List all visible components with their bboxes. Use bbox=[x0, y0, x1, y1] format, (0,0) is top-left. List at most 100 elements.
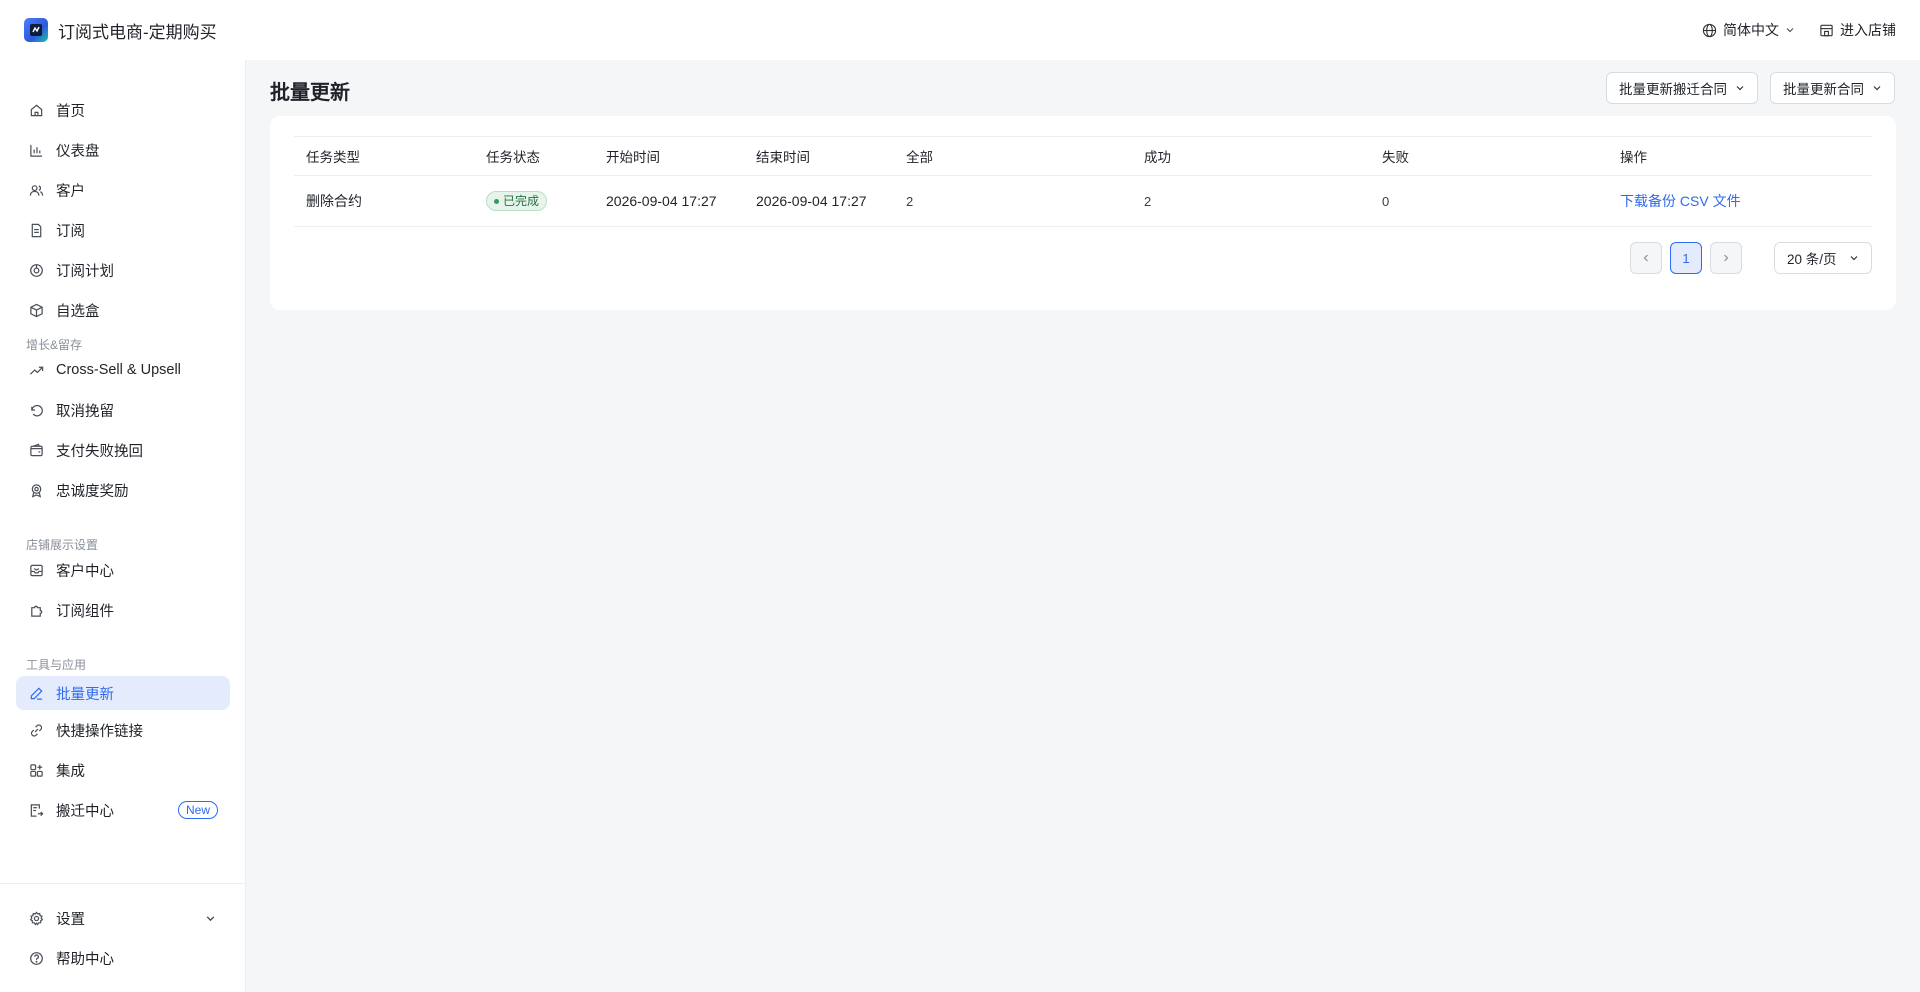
sidebar-item-label: 自选盒 bbox=[56, 303, 100, 320]
sidebar-item-label: 订阅 bbox=[56, 223, 85, 240]
undo-icon bbox=[28, 402, 44, 418]
page-size-label: 20 条/页 bbox=[1787, 252, 1837, 267]
chevron-down-icon bbox=[205, 913, 216, 924]
sidebar-item-label: 取消挽留 bbox=[56, 403, 114, 420]
sidebar-item-cross-sell[interactable]: Cross-Sell & Upsell bbox=[16, 353, 230, 387]
sidebar-item-label: 快捷操作链接 bbox=[56, 723, 143, 740]
wallet-icon bbox=[28, 442, 44, 458]
top-bar: 订阅式电商-定期购买 简体中文 进入店铺 bbox=[0, 0, 1920, 60]
sidebar-item-label: 订阅计划 bbox=[56, 263, 114, 280]
sidebar-item-label: 忠诚度奖励 bbox=[56, 483, 129, 500]
section-label-growth: 增长&留存 bbox=[26, 338, 83, 352]
section-label-tools: 工具与应用 bbox=[26, 658, 87, 672]
sidebar-item-label: 订阅组件 bbox=[56, 603, 114, 620]
inbox-icon bbox=[28, 562, 44, 578]
sidebar-item-loyalty[interactable]: 忠诚度奖励 bbox=[16, 473, 230, 507]
col-header-end-time: 结束时间 bbox=[756, 150, 810, 165]
sidebar-item-subscriptions[interactable]: 订阅 bbox=[16, 213, 230, 247]
sidebar-item-integrations[interactable]: 集成 bbox=[16, 753, 230, 787]
next-page-button[interactable] bbox=[1710, 242, 1742, 274]
pagination: 1 20 条/页 bbox=[1630, 242, 1872, 274]
edit-icon bbox=[28, 685, 44, 701]
sidebar-item-label: 客户 bbox=[56, 183, 85, 200]
col-header-action: 操作 bbox=[1620, 150, 1647, 165]
globe-icon bbox=[1702, 23, 1717, 38]
language-selector[interactable]: 简体中文 bbox=[1702, 20, 1795, 40]
sidebar-item-dashboard[interactable]: 仪表盘 bbox=[16, 133, 230, 167]
sidebar-item-label: 批量更新 bbox=[56, 686, 114, 703]
tasks-table: 任务类型 任务状态 开始时间 结束时间 全部 成功 失败 操作 删除合约 已完成… bbox=[294, 136, 1872, 227]
bulk-update-migration-contract-button[interactable]: 批量更新搬迁合同 bbox=[1606, 72, 1758, 104]
link-icon bbox=[28, 722, 44, 738]
sidebar-item-label: 客户中心 bbox=[56, 563, 114, 580]
gear-icon bbox=[28, 910, 44, 926]
sidebar-item-customer-center[interactable]: 客户中心 bbox=[16, 553, 230, 587]
sidebar-item-home[interactable]: 首页 bbox=[16, 93, 230, 127]
badge-icon bbox=[28, 482, 44, 498]
prev-page-button[interactable] bbox=[1630, 242, 1662, 274]
button-label: 批量更新搬迁合同 bbox=[1619, 82, 1727, 97]
document-icon bbox=[28, 222, 44, 238]
chevron-left-icon bbox=[1641, 251, 1651, 266]
sidebar-item-help[interactable]: 帮助中心 bbox=[16, 941, 230, 975]
trend-up-icon bbox=[28, 362, 44, 378]
sidebar-item-label: 集成 bbox=[56, 763, 85, 780]
sidebar: 首页 仪表盘 客户 订阅 订阅计划 自选盒 增长&留存 Cross-Sell &… bbox=[0, 60, 246, 992]
new-badge: New bbox=[177, 801, 218, 819]
sidebar-item-label: 首页 bbox=[56, 103, 85, 120]
chevron-down-icon bbox=[1872, 81, 1882, 96]
box-icon bbox=[28, 302, 44, 318]
enter-store-button[interactable]: 进入店铺 bbox=[1819, 20, 1896, 40]
status-badge: 已完成 bbox=[486, 191, 548, 212]
sidebar-item-custom-box[interactable]: 自选盒 bbox=[16, 293, 230, 327]
col-header-failed: 失败 bbox=[1382, 150, 1409, 165]
sidebar-item-settings[interactable]: 设置 bbox=[16, 901, 230, 935]
sidebar-item-cancel-retention[interactable]: 取消挽留 bbox=[16, 393, 230, 427]
col-header-start-time: 开始时间 bbox=[606, 150, 660, 165]
sidebar-item-label: 帮助中心 bbox=[56, 951, 114, 968]
status-label: 已完成 bbox=[503, 194, 540, 209]
task-type: 删除合约 bbox=[306, 193, 362, 209]
sidebar-item-subscription-widget[interactable]: 订阅组件 bbox=[16, 593, 230, 627]
chevron-down-icon bbox=[1735, 81, 1745, 96]
table-row: 删除合约 已完成 2026-09-04 17:27 2026-09-04 17:… bbox=[294, 176, 1872, 227]
sidebar-item-bulk-update[interactable]: 批量更新 bbox=[16, 676, 230, 710]
chevron-down-icon bbox=[1785, 25, 1795, 35]
sidebar-item-payment-recovery[interactable]: 支付失败挽回 bbox=[16, 433, 230, 467]
home-icon bbox=[28, 102, 44, 118]
page-button-current[interactable]: 1 bbox=[1670, 242, 1702, 274]
app-logo-icon bbox=[24, 18, 48, 42]
sidebar-item-migration-center[interactable]: 搬迁中心 New bbox=[16, 793, 230, 827]
store-icon bbox=[1819, 23, 1834, 38]
sidebar-item-quick-links[interactable]: 快捷操作链接 bbox=[16, 713, 230, 747]
sidebar-item-label: 搬迁中心 bbox=[56, 803, 114, 820]
help-icon bbox=[28, 950, 44, 966]
puzzle-icon bbox=[28, 602, 44, 618]
users-icon bbox=[28, 182, 44, 198]
app-title: 订阅式电商-定期购买 bbox=[58, 22, 217, 42]
sidebar-item-label: 设置 bbox=[56, 911, 85, 928]
sidebar-item-label: 仪表盘 bbox=[56, 143, 100, 160]
task-status-cell: 已完成 bbox=[474, 191, 594, 212]
migrate-icon bbox=[28, 802, 44, 818]
section-label-store: 店铺展示设置 bbox=[26, 538, 99, 552]
page-size-select[interactable]: 20 条/页 bbox=[1774, 242, 1872, 274]
end-time: 2026-09-04 17:27 bbox=[756, 193, 867, 209]
col-header-success: 成功 bbox=[1144, 150, 1171, 165]
sidebar-item-label: Cross-Sell & Upsell bbox=[56, 362, 181, 378]
language-label: 简体中文 bbox=[1723, 22, 1779, 38]
sidebar-item-customers[interactable]: 客户 bbox=[16, 173, 230, 207]
total-count: 2 bbox=[906, 193, 914, 209]
bulk-update-contract-button[interactable]: 批量更新合同 bbox=[1770, 72, 1895, 104]
grid-plus-icon bbox=[28, 762, 44, 778]
sidebar-item-label: 支付失败挽回 bbox=[56, 443, 143, 460]
col-header-total: 全部 bbox=[906, 150, 933, 165]
plan-icon bbox=[28, 262, 44, 278]
enter-store-label: 进入店铺 bbox=[1840, 22, 1896, 38]
download-backup-csv-link[interactable]: 下载备份 CSV 文件 bbox=[1620, 193, 1741, 209]
sidebar-divider bbox=[0, 883, 246, 884]
bulk-update-card: 任务类型 任务状态 开始时间 结束时间 全部 成功 失败 操作 删除合约 已完成… bbox=[270, 116, 1896, 310]
chevron-right-icon bbox=[1721, 251, 1731, 266]
page-title: 批量更新 bbox=[270, 82, 350, 104]
sidebar-item-subscription-plans[interactable]: 订阅计划 bbox=[16, 253, 230, 287]
